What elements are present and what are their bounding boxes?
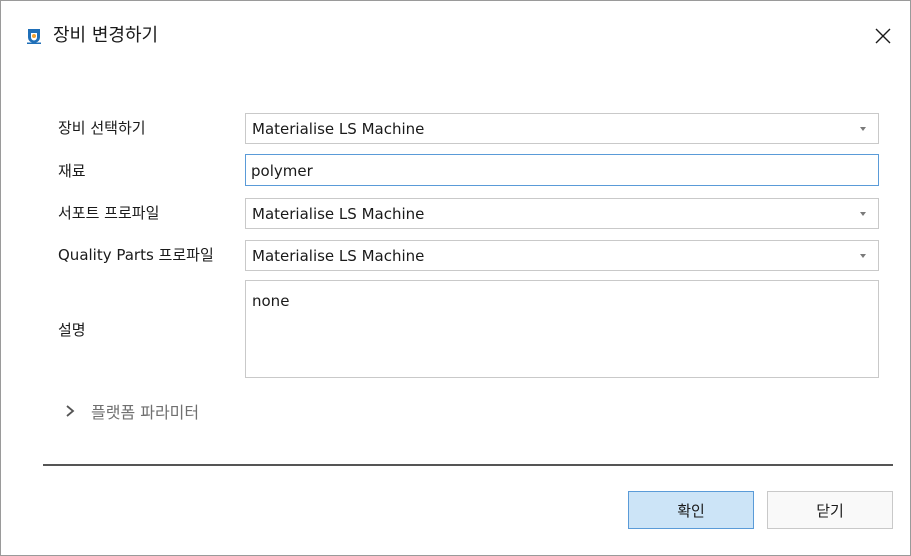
change-machine-dialog: 장비 변경하기 장비 선택하기 Materialise LS Machine 재… (0, 0, 911, 556)
title-bar: 장비 변경하기 (1, 1, 910, 61)
platform-parameters-label: 플랫폼 파라미터 (91, 403, 200, 422)
machine-select-value: Materialise LS Machine (252, 120, 425, 138)
description-textarea-value: none (252, 292, 290, 310)
close-dialog-button[interactable]: 닫기 (767, 491, 893, 529)
support-profile-select-value: Materialise LS Machine (252, 205, 425, 223)
material-input[interactable]: polymer (245, 154, 879, 186)
footer-divider (43, 464, 893, 466)
material-input-value: polymer (251, 162, 313, 180)
description-label: 설명 (58, 321, 86, 339)
quality-profile-label: Quality Parts 프로파일 (58, 246, 214, 264)
support-profile-select[interactable]: Materialise LS Machine (245, 198, 879, 229)
machine-label: 장비 선택하기 (58, 119, 146, 137)
material-label: 재료 (58, 162, 86, 180)
close-icon (875, 28, 891, 44)
platform-parameters-expander[interactable]: 플랫폼 파라미터 (63, 399, 199, 423)
close-button[interactable] (866, 19, 900, 53)
description-textarea[interactable]: none (245, 280, 879, 378)
dropdown-arrow-icon (860, 212, 866, 216)
ok-button[interactable]: 확인 (628, 491, 754, 529)
chevron-right-icon (66, 405, 75, 417)
machine-select[interactable]: Materialise LS Machine (245, 113, 879, 144)
window-title: 장비 변경하기 (53, 25, 159, 46)
app-logo-icon (25, 27, 43, 45)
quality-profile-select-value: Materialise LS Machine (252, 247, 425, 265)
dropdown-arrow-icon (860, 254, 866, 258)
support-profile-label: 서포트 프로파일 (58, 204, 160, 222)
dropdown-arrow-icon (860, 127, 866, 131)
quality-profile-select[interactable]: Materialise LS Machine (245, 240, 879, 271)
